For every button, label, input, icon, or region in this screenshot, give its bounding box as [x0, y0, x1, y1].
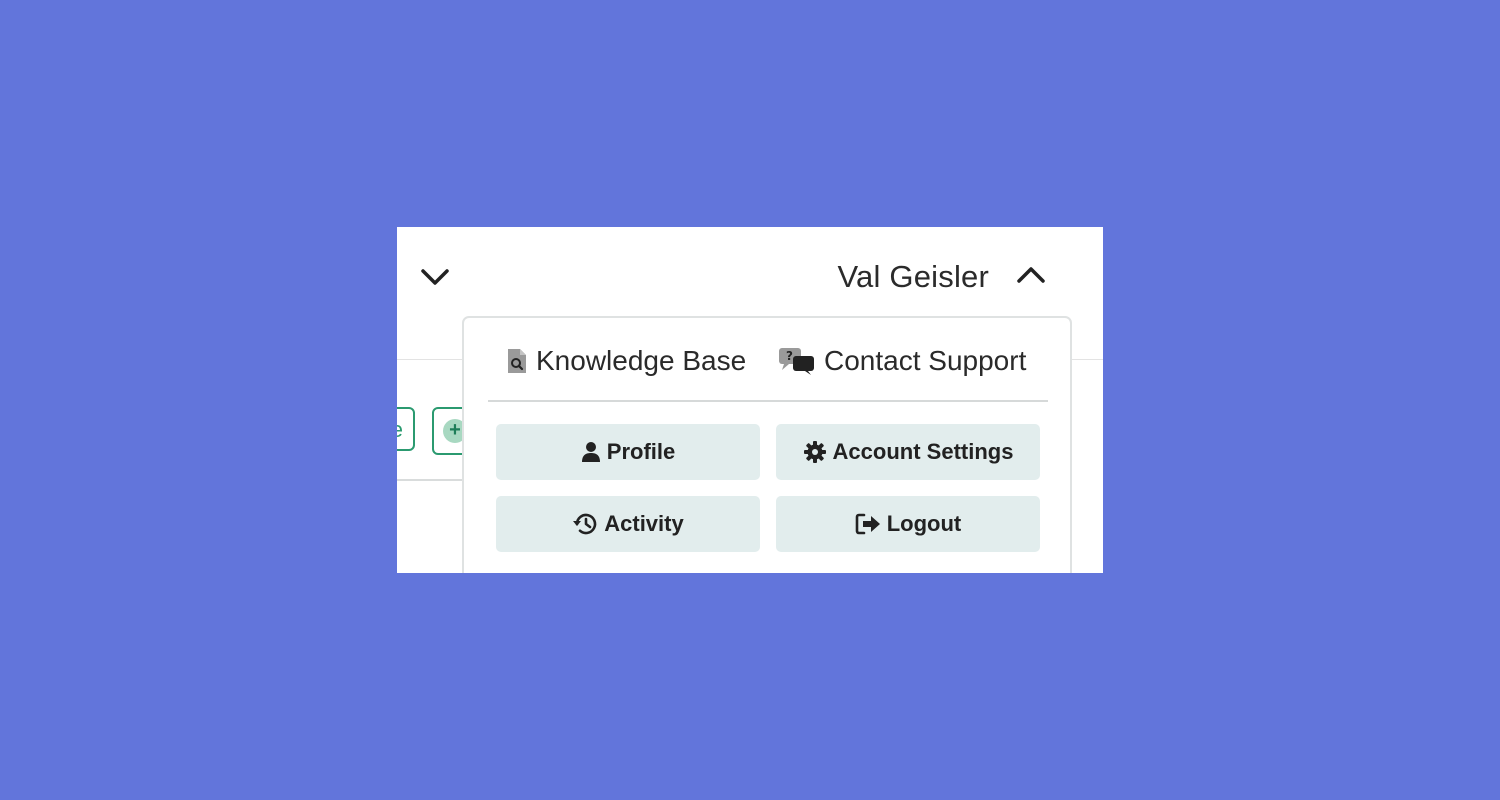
- toolbar-button-partial[interactable]: e: [397, 407, 415, 451]
- user-icon: [581, 441, 601, 463]
- logout-label: Logout: [886, 511, 962, 536]
- account-settings-label: Account Settings: [832, 439, 1014, 464]
- logout-button[interactable]: Logout: [776, 496, 1040, 552]
- app-panel: Val Geisler e + Knowledge Base: [397, 227, 1103, 573]
- profile-label: Profile: [606, 439, 676, 464]
- activity-label: Activity: [604, 511, 684, 536]
- contact-support-link[interactable]: ? Contact Support: [778, 345, 1026, 377]
- knowledge-base-link[interactable]: Knowledge Base: [506, 345, 746, 377]
- toolbar-divider: [397, 479, 463, 481]
- gear-icon: [803, 440, 827, 464]
- logout-icon: [855, 513, 881, 535]
- chevron-down-icon[interactable]: [419, 265, 451, 289]
- user-dropdown-menu: Knowledge Base ? Contact Support Profile…: [462, 316, 1072, 573]
- history-icon: [572, 512, 598, 536]
- account-settings-button[interactable]: Account Settings: [776, 424, 1040, 480]
- knowledge-base-label: Knowledge Base: [536, 345, 747, 376]
- chevron-up-icon[interactable]: [1015, 263, 1047, 287]
- toolbar-button-partial-label: e: [397, 417, 403, 443]
- activity-button[interactable]: Activity: [496, 496, 760, 552]
- contact-support-label: Contact Support: [824, 345, 1027, 376]
- support-links: Knowledge Base ? Contact Support: [488, 318, 1048, 402]
- chat-question-icon: ?: [778, 346, 816, 376]
- document-search-icon: [506, 347, 528, 375]
- user-menu-name[interactable]: Val Geisler: [837, 259, 989, 295]
- svg-text:?: ?: [786, 349, 793, 363]
- profile-button[interactable]: Profile: [496, 424, 760, 480]
